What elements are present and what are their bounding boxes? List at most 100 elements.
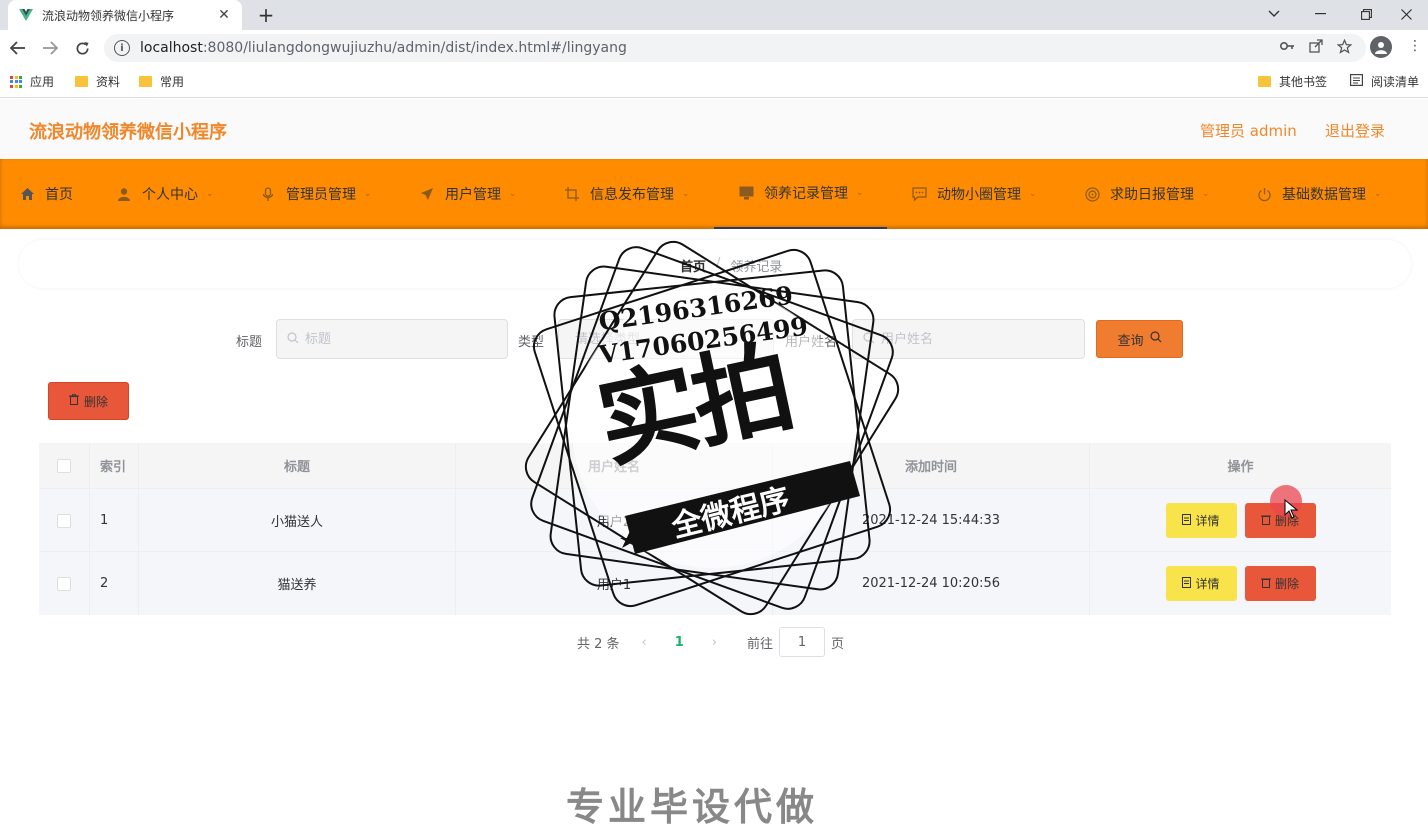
document-icon [1182,576,1192,591]
row-operations: 详情 删除 [1090,489,1391,552]
bookmark-label: 其他书签 [1279,75,1328,89]
folder-icon [1258,76,1271,87]
logout-link[interactable]: 退出登录 [1325,120,1385,141]
nav-item-basic-data[interactable]: 基础数据管理 ⌄ [1256,159,1382,229]
nav-item-personal-center[interactable]: 个人中心 ⌄ [116,159,214,229]
nav-item-home[interactable]: 首页 [19,159,73,229]
goto-page-input[interactable]: 1 [779,627,826,657]
bookmark-star-icon[interactable] [1336,38,1353,58]
watermark-stamp: Q2196316269 V17060256499 实拍 全微程序 [520,236,905,621]
nav-label: 领养记录管理 [764,186,848,202]
row-checkbox-cell [39,489,90,552]
bookmark-reading-list[interactable]: 阅读清单 [1350,73,1419,90]
nav-label: 求助日报管理 [1110,187,1194,203]
new-tab-icon[interactable]: + [254,3,278,27]
browser-tab[interactable]: 流浪动物领养微信小程序 ✕ [8,0,242,30]
profile-avatar-icon[interactable] [1370,36,1392,58]
address-bar: i localhost :8080/liulangdongwujiuzhu/ad… [0,30,1428,66]
restore-icon[interactable] [1344,2,1388,26]
tab-close-icon[interactable]: ✕ [216,7,232,23]
select-all-checkbox[interactable] [57,458,71,473]
url-field[interactable]: i localhost :8080/liulangdongwujiuzhu/ad… [104,34,1366,62]
detail-button[interactable]: 详情 [1165,503,1237,538]
next-page-icon[interactable]: › [712,635,717,650]
prev-page-icon[interactable]: ‹ [642,635,647,650]
pagination: 共 2 条 ‹ 1 › 前往 1 页 [577,627,844,657]
crop-icon [564,186,580,202]
bookmark-other[interactable]: 其他书签 [1258,73,1327,90]
chevron-down-icon: ⌄ [682,189,690,199]
admin-label: 管理员 admin [1200,122,1297,140]
trash-icon [1260,577,1271,591]
row-checkbox-cell [39,552,90,615]
chevron-down-icon: ⌄ [1029,189,1037,199]
apps-grid-icon [10,75,22,88]
minimize-icon[interactable] [1298,2,1342,26]
chevron-down-icon: ⌄ [1374,189,1382,199]
nav-item-adoption-records[interactable]: 领养记录管理 ⌄ [714,159,887,229]
chevron-down-icon: ⌄ [206,189,214,199]
chat-icon [911,186,927,202]
monitor-icon [738,185,754,201]
bookmark-label: 资料 [96,75,121,89]
user-icon [116,186,132,202]
username-input[interactable] [881,331,1061,347]
back-icon[interactable] [6,36,30,60]
nav-label: 用户管理 [445,187,501,203]
header-index: 索引 [90,443,139,488]
row-title: 小猫送人 [139,489,456,552]
header-checkbox-cell [39,443,90,488]
folder-icon [139,76,152,87]
query-button-label: 查询 [1117,333,1144,349]
key-icon[interactable] [1279,39,1295,58]
tab-search-icon[interactable] [1252,2,1296,26]
chevron-down-icon: ⌄ [364,189,372,199]
delete-button[interactable]: 删除 [1244,566,1316,601]
header-title: 标题 [139,443,456,488]
row-checkbox[interactable] [57,513,71,528]
row-index: 1 [90,489,139,552]
chevron-down-icon: ⌄ [1202,189,1210,199]
bookmark-label: 阅读清单 [1371,75,1420,89]
row-index: 2 [90,552,139,615]
chevron-down-icon: ⌄ [856,188,864,198]
nav-item-info-publish[interactable]: 信息发布管理 ⌄ [564,159,690,229]
share-icon[interactable] [1309,39,1323,58]
forward-icon[interactable] [38,36,62,60]
bookmark-folder-changyong[interactable]: 常用 [139,73,184,90]
detail-label: 详情 [1195,577,1220,591]
power-icon [1256,186,1272,202]
bookmark-folder-ziliao[interactable]: 资料 [75,73,120,90]
site-info-icon[interactable]: i [114,40,130,56]
nav-label: 首页 [45,187,73,203]
reload-icon[interactable] [70,36,94,60]
nav-label: 管理员管理 [286,187,356,203]
nav-item-user-management[interactable]: 用户管理 ⌄ [419,159,517,229]
title-search-input[interactable] [276,319,508,359]
tab-title: 流浪动物领养微信小程序 [42,8,175,23]
batch-delete-label: 删除 [83,394,108,409]
title-input[interactable] [305,331,485,347]
row-operations: 详情 删除 [1090,552,1391,615]
bookmark-apps[interactable]: 应用 [10,73,54,90]
browser-menu-icon[interactable]: ⋮ [1408,38,1422,54]
batch-delete-button[interactable]: 删除 [48,382,129,420]
goto-label: 前往 [747,636,774,652]
document-icon [1182,513,1192,528]
nav-item-animal-circle[interactable]: 动物小圈管理 ⌄ [911,159,1037,229]
current-page[interactable]: 1 [675,635,684,650]
query-button[interactable]: 查询 [1096,320,1183,358]
send-icon [419,186,435,202]
browser-tab-bar: 流浪动物领养微信小程序 ✕ + [0,0,1428,30]
target-icon [1084,186,1100,202]
url-path: :8080/liulangdongwujiuzhu/admin/dist/ind… [202,40,627,56]
search-icon [1149,331,1162,347]
bookmark-label: 应用 [30,75,55,89]
detail-button[interactable]: 详情 [1165,566,1237,601]
nav-item-help-daily[interactable]: 求助日报管理 ⌄ [1084,159,1210,229]
url-host: localhost [140,40,203,56]
mouse-cursor-icon [1284,498,1299,523]
window-close-icon[interactable] [1384,2,1428,26]
nav-item-admin-management[interactable]: 管理员管理 ⌄ [260,159,372,229]
row-checkbox[interactable] [57,576,71,591]
